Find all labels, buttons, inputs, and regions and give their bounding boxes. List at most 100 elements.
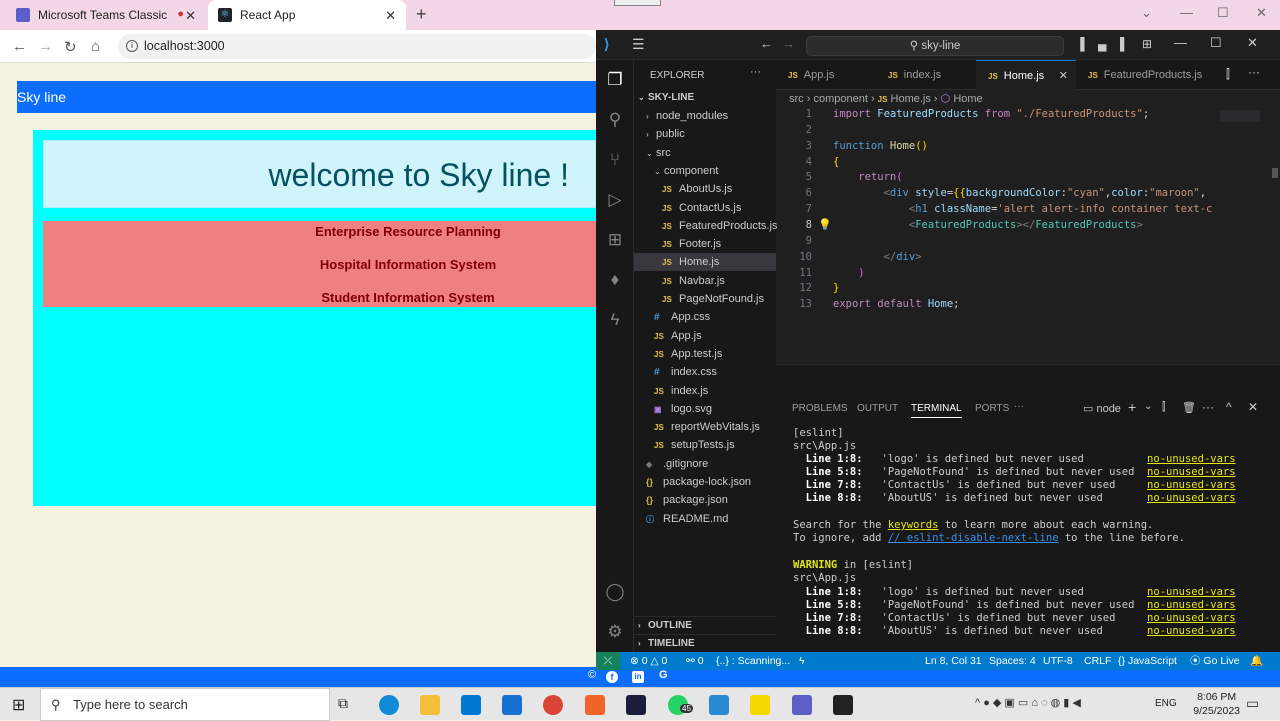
tab-app-js[interactable]: JS App.js bbox=[776, 60, 876, 90]
more-icon[interactable]: ··· bbox=[1014, 401, 1024, 412]
language-mode[interactable]: {} JavaScript bbox=[1118, 652, 1177, 670]
maximize-button[interactable]: ☐ bbox=[1217, 5, 1229, 21]
project-root[interactable]: ⌄ SKY-LINE bbox=[634, 89, 776, 107]
tree-item[interactable]: {} package-lock.json bbox=[634, 473, 776, 491]
scanning-status[interactable]: {..} : Scanning... bbox=[716, 652, 790, 670]
new-tab-button[interactable]: + bbox=[416, 4, 427, 25]
lightbulb-icon[interactable]: 💡 bbox=[818, 218, 832, 231]
sticky-notes-icon[interactable] bbox=[750, 695, 770, 715]
close-tab-icon[interactable]: ✕ bbox=[385, 8, 396, 24]
close-tab-icon[interactable]: ✕ bbox=[185, 8, 196, 24]
tab-list-icon[interactable]: ⌄ bbox=[1141, 5, 1152, 21]
clock[interactable]: 8:06 PM 9/25/2023 bbox=[1193, 690, 1240, 718]
layout-icon[interactable]: ⊞ bbox=[1142, 37, 1152, 51]
back-icon[interactable]: ← bbox=[12, 38, 27, 55]
code-editor[interactable]: 1 import FeaturedProducts from "./Feature… bbox=[776, 108, 1216, 384]
crumb-src[interactable]: src bbox=[789, 93, 804, 105]
tab-index-js[interactable]: JS index.js bbox=[876, 60, 976, 90]
tree-item[interactable]: JS Navbar.js bbox=[634, 272, 776, 290]
tree-item[interactable]: › public bbox=[634, 125, 776, 143]
trash-icon[interactable]: 🗑 bbox=[1182, 401, 1196, 414]
command-center-search[interactable]: ⚲ sky-line bbox=[806, 36, 1064, 56]
crumb-component[interactable]: component bbox=[813, 93, 867, 105]
more-actions-icon[interactable]: ··· bbox=[1202, 400, 1214, 414]
tree-item[interactable]: ▣ logo.svg bbox=[634, 400, 776, 418]
back-icon[interactable]: ← bbox=[760, 36, 773, 51]
source-control-icon[interactable]: ⑂ bbox=[605, 150, 625, 170]
tree-item[interactable]: # index.css bbox=[634, 363, 776, 381]
split-terminal-icon[interactable]: ⫿ bbox=[1162, 401, 1166, 414]
ports-status[interactable]: ⚯ 0 bbox=[686, 652, 704, 670]
extensions-icon[interactable]: ⊞ bbox=[605, 230, 625, 250]
menu-icon[interactable]: ☰ bbox=[632, 36, 645, 53]
terminal-taskbar-icon[interactable] bbox=[833, 695, 853, 715]
tree-item[interactable]: {} package.json bbox=[634, 491, 776, 509]
tab-problems[interactable]: PROBLEMS bbox=[792, 403, 848, 414]
settings-gear-icon[interactable]: ⚙ bbox=[605, 622, 625, 642]
brave-icon[interactable] bbox=[585, 695, 605, 715]
encoding[interactable]: UTF-8 bbox=[1043, 652, 1073, 670]
language-indicator[interactable]: ENG bbox=[1155, 698, 1177, 709]
facebook-icon[interactable]: f bbox=[606, 671, 618, 683]
tree-item[interactable]: JS App.test.js bbox=[634, 345, 776, 363]
tab-ports[interactable]: PORTS bbox=[975, 403, 1009, 414]
taskbar-search-input[interactable]: ⚲ Type here to search bbox=[40, 688, 330, 721]
tab-teams[interactable]: Microsoft Teams Classic ● ✕ bbox=[6, 0, 206, 30]
timeline-section[interactable]: › TIMELINE bbox=[634, 634, 776, 652]
forward-icon[interactable]: → bbox=[38, 38, 53, 55]
thunder-client-icon[interactable]: ϟ bbox=[605, 310, 625, 330]
task-view-icon[interactable]: ⧉ bbox=[338, 695, 348, 712]
tree-item[interactable]: JS ContactUs.js bbox=[634, 199, 776, 217]
tree-item[interactable]: JS FeaturedProducts.js bbox=[634, 217, 777, 235]
split-editor-icon[interactable]: ⫿ bbox=[1226, 67, 1230, 82]
tab-home-js[interactable]: JS Home.js ✕ bbox=[976, 60, 1076, 90]
tree-item[interactable]: JS index.js bbox=[634, 382, 776, 400]
file-explorer-icon[interactable] bbox=[420, 695, 440, 715]
chrome-icon[interactable] bbox=[543, 695, 563, 715]
tree-item[interactable]: JS AboutUs.js bbox=[634, 180, 776, 198]
tree-item[interactable]: # App.css bbox=[634, 308, 776, 326]
tree-item[interactable]: ◆ .gitignore bbox=[634, 455, 776, 473]
notification-center-icon[interactable]: ▭ bbox=[1246, 695, 1259, 712]
new-terminal-icon[interactable]: + bbox=[1128, 399, 1136, 415]
close-button[interactable]: ✕ bbox=[1247, 35, 1258, 51]
go-live-button[interactable]: ⦿ Go Live bbox=[1190, 652, 1240, 670]
tree-item[interactable]: ⓘ README.md bbox=[634, 510, 776, 528]
google-icon[interactable]: G bbox=[659, 669, 668, 681]
forward-icon[interactable]: → bbox=[782, 36, 795, 51]
crumb-file[interactable]: Home.js bbox=[891, 93, 931, 105]
maximize-panel-icon[interactable]: ^ bbox=[1226, 400, 1232, 414]
reload-icon[interactable]: ↻ bbox=[64, 38, 77, 56]
minimize-button[interactable]: — bbox=[1180, 5, 1193, 20]
tree-item[interactable]: JS App.js bbox=[634, 327, 776, 345]
minimap[interactable] bbox=[1216, 108, 1280, 384]
chevron-down-icon[interactable]: ⌄ bbox=[1144, 401, 1152, 412]
close-panel-icon[interactable]: ✕ bbox=[1248, 400, 1258, 414]
linkedin-icon[interactable]: in bbox=[632, 671, 644, 683]
tree-item[interactable]: › node_modules bbox=[634, 107, 776, 125]
minimize-button[interactable]: — bbox=[1174, 35, 1187, 50]
mail-icon[interactable] bbox=[502, 695, 522, 715]
tab-search-button[interactable] bbox=[614, 0, 661, 6]
intellij-icon[interactable] bbox=[626, 695, 646, 715]
tree-item[interactable]: JS Footer.js bbox=[634, 235, 776, 253]
terminal-shell[interactable]: ▭ node bbox=[1083, 402, 1121, 415]
teams-taskbar-icon[interactable] bbox=[792, 695, 812, 715]
navbar-brand[interactable]: Sky line bbox=[17, 89, 66, 105]
cursor-position[interactable]: Ln 8, Col 31 bbox=[925, 652, 982, 670]
line-ending[interactable]: CRLF bbox=[1084, 652, 1111, 670]
system-tray-icons[interactable]: ^ ● ◆ ▣ ▭ ⌂ ◌ ◍ ▮ ◀ bbox=[975, 696, 1081, 709]
tab-featuredproducts-js[interactable]: JS FeaturedProducts.js bbox=[1076, 60, 1206, 90]
more-actions-icon[interactable]: ··· bbox=[750, 66, 761, 78]
lightning-icon[interactable]: ϟ bbox=[799, 652, 805, 670]
info-icon[interactable]: i bbox=[126, 40, 138, 52]
whatsapp-icon[interactable]: 45 bbox=[668, 695, 693, 715]
windows-start-icon[interactable]: ⊞ bbox=[12, 695, 25, 715]
tree-item[interactable]: JS reportWebVitals.js bbox=[634, 418, 776, 436]
edge-icon[interactable] bbox=[379, 695, 399, 715]
home-icon[interactable]: ⌂ bbox=[91, 38, 100, 55]
toggle-panel-icon[interactable]: ▄ bbox=[1098, 37, 1107, 51]
account-icon[interactable]: ◯ bbox=[605, 582, 625, 602]
tree-item[interactable]: JS setupTests.js bbox=[634, 436, 776, 454]
store-icon[interactable] bbox=[461, 695, 481, 715]
